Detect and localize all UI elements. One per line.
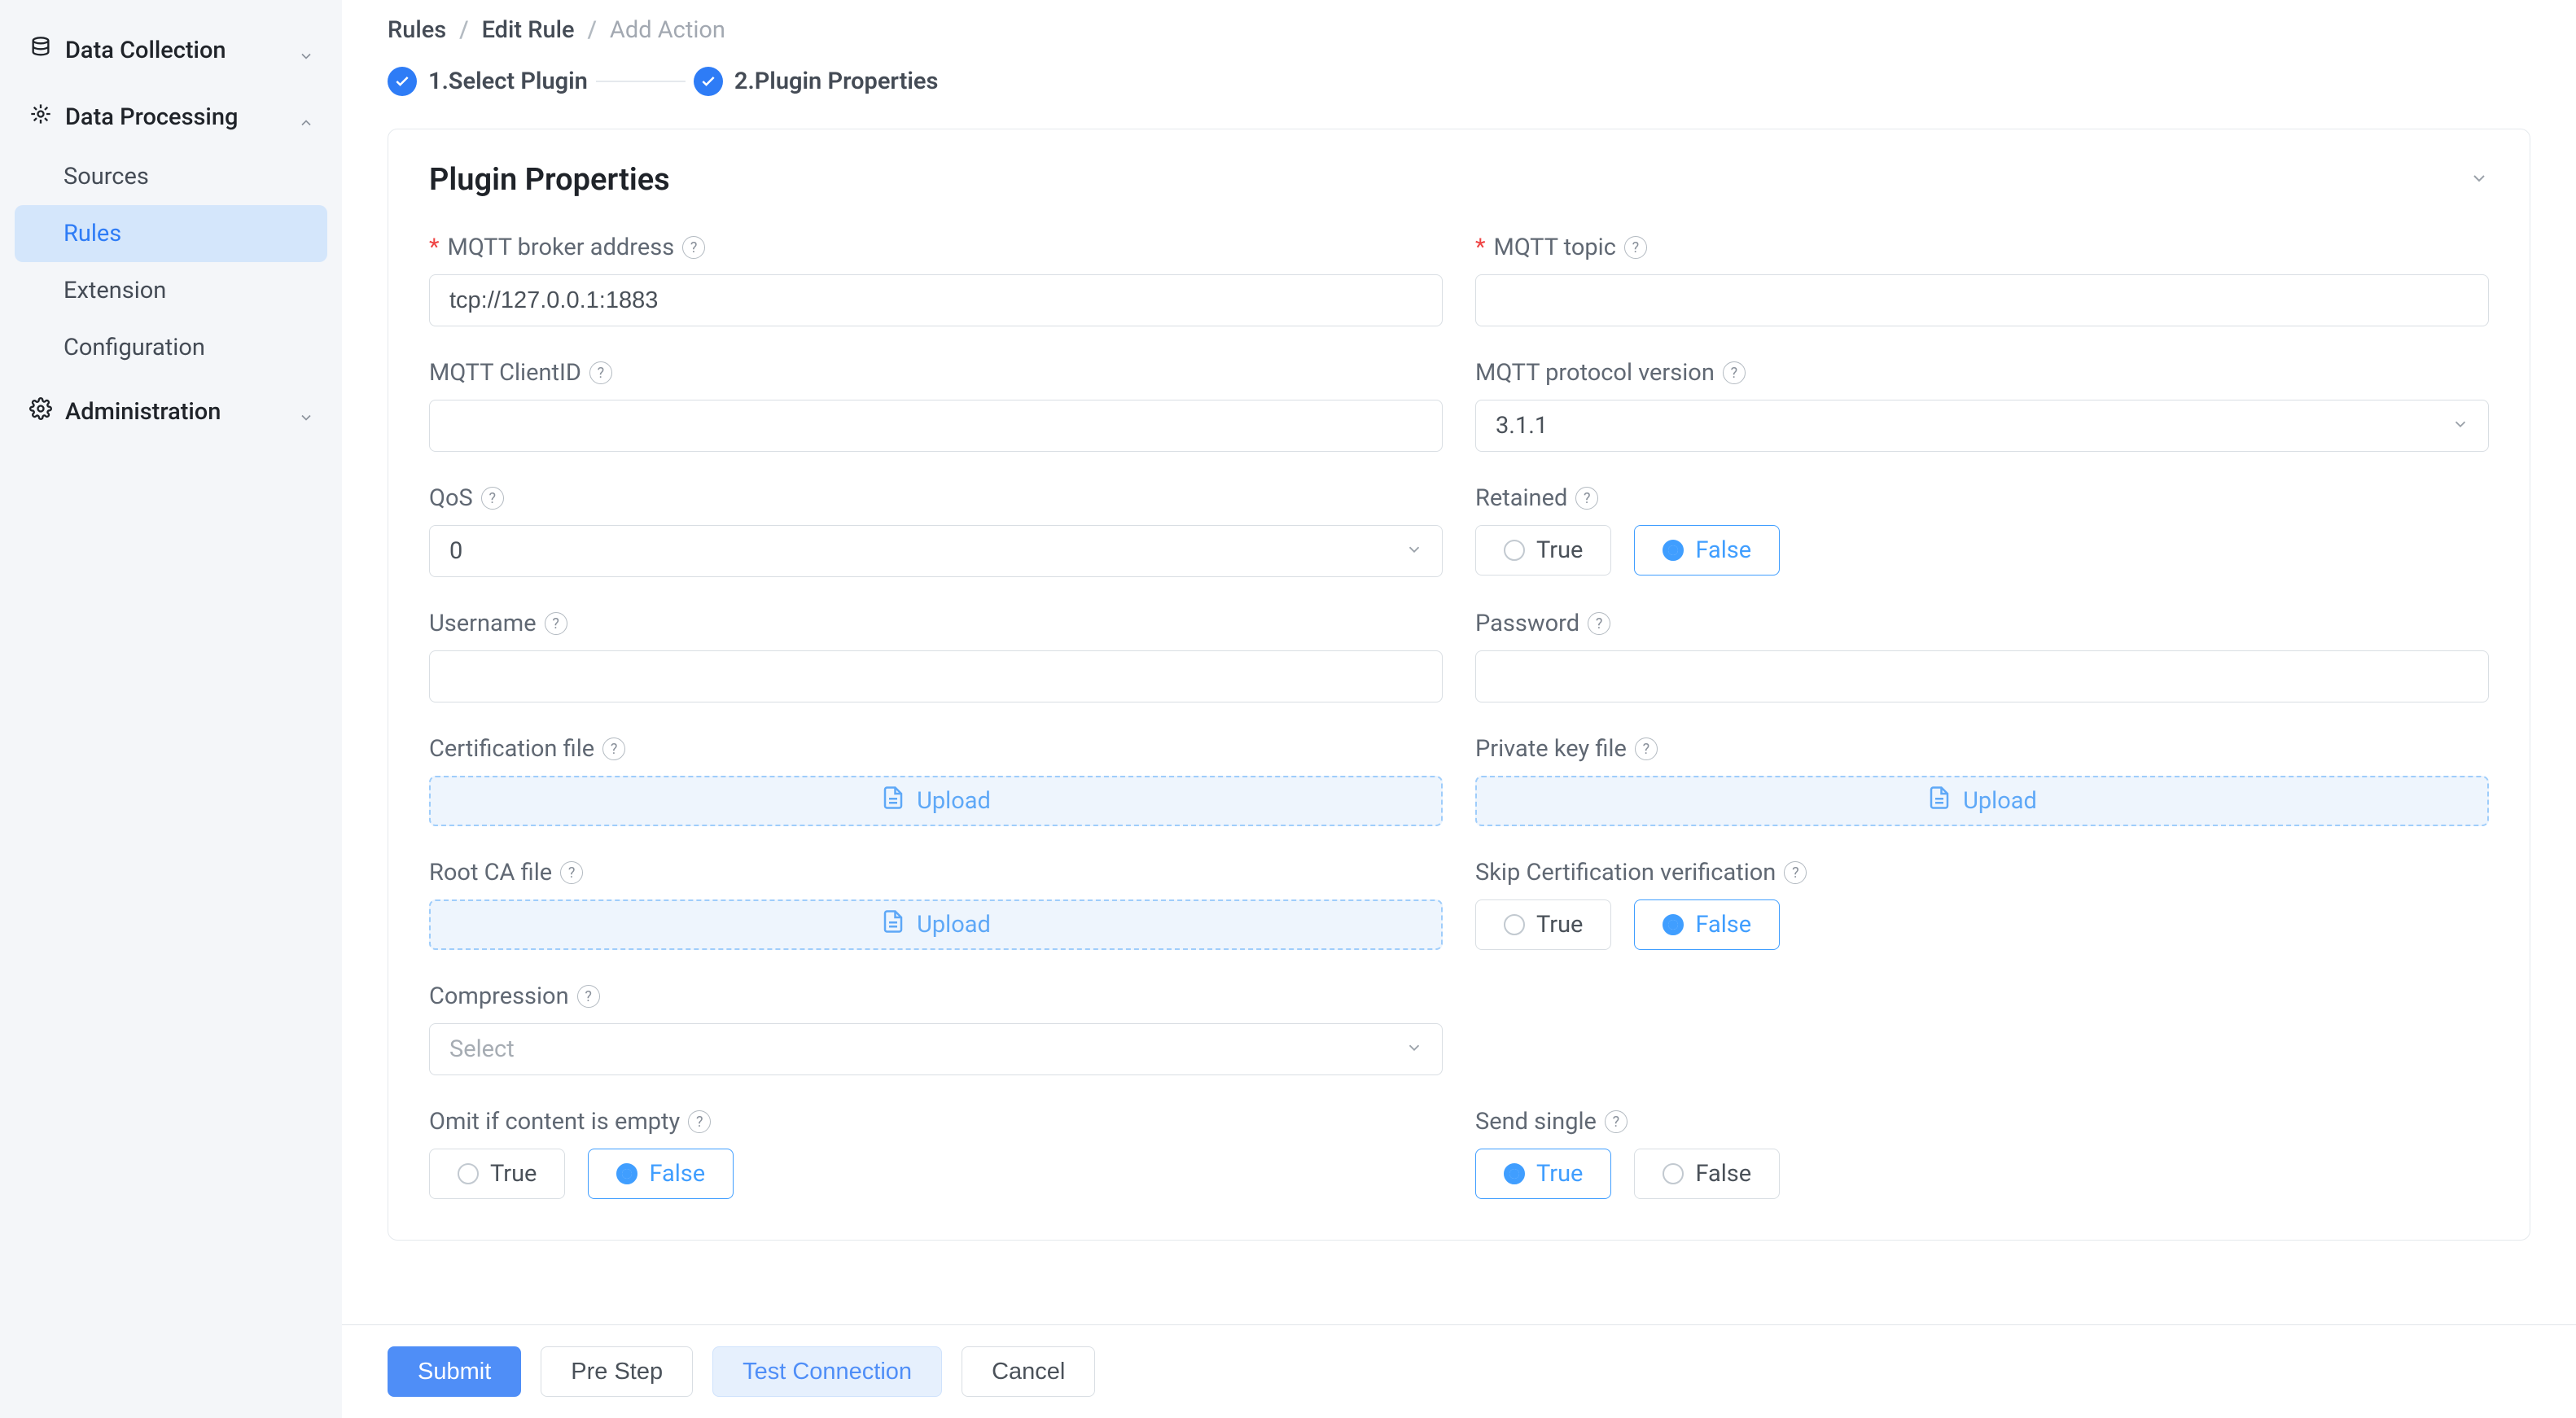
sidebar-item-rules[interactable]: Rules: [15, 205, 327, 262]
submit-button[interactable]: Submit: [388, 1346, 521, 1397]
send-single-true-radio[interactable]: True: [1475, 1149, 1611, 1199]
step-select-plugin[interactable]: 1.Select Plugin: [388, 67, 588, 96]
compression-label: Compression?: [429, 983, 1443, 1010]
main-content: Rules / Edit Rule / Add Action 1.Select …: [342, 0, 2576, 1418]
send-single-false-radio[interactable]: False: [1634, 1149, 1780, 1199]
password-input[interactable]: [1475, 650, 2489, 702]
key-file-upload[interactable]: Upload: [1475, 776, 2489, 826]
database-icon: [29, 36, 52, 65]
retained-true-radio[interactable]: True: [1475, 525, 1611, 576]
broker-address-label: *MQTT broker address?: [429, 234, 1443, 261]
help-icon[interactable]: ?: [589, 361, 612, 384]
help-icon[interactable]: ?: [1624, 236, 1647, 259]
cert-file-label: Certification file?: [429, 735, 1443, 763]
sidebar-item-data-collection[interactable]: Data Collection: [15, 20, 327, 81]
cancel-button[interactable]: Cancel: [962, 1346, 1095, 1397]
help-icon[interactable]: ?: [1723, 361, 1746, 384]
protocol-label: MQTT protocol version?: [1475, 359, 2489, 387]
compression-select[interactable]: Select: [429, 1023, 1443, 1075]
pre-step-button[interactable]: Pre Step: [541, 1346, 693, 1397]
file-icon: [1927, 786, 1952, 816]
sidebar-item-label: Data Collection: [65, 37, 226, 64]
step-divider: [596, 81, 686, 82]
help-icon[interactable]: ?: [1588, 612, 1610, 635]
help-icon[interactable]: ?: [1635, 737, 1658, 760]
sidebar-item-extension[interactable]: Extension: [15, 262, 327, 319]
protocol-select[interactable]: 3.1.1: [1475, 400, 2489, 452]
footer-actions: Submit Pre Step Test Connection Cancel: [342, 1324, 2576, 1418]
retained-label: Retained?: [1475, 484, 2489, 512]
test-connection-button[interactable]: Test Connection: [712, 1346, 942, 1397]
skip-verify-label: Skip Certification verification?: [1475, 859, 2489, 886]
chevron-up-icon: [298, 110, 313, 125]
qos-select[interactable]: 0: [429, 525, 1443, 577]
check-icon: [388, 67, 417, 96]
chevron-down-icon: [298, 405, 313, 419]
skip-verify-true-radio[interactable]: True: [1475, 899, 1611, 950]
broker-address-input[interactable]: [429, 274, 1443, 326]
root-ca-upload[interactable]: Upload: [429, 899, 1443, 950]
file-icon: [881, 786, 905, 816]
qos-label: QoS?: [429, 484, 1443, 512]
help-icon[interactable]: ?: [682, 236, 705, 259]
cert-file-upload[interactable]: Upload: [429, 776, 1443, 826]
sidebar-item-sources[interactable]: Sources: [15, 148, 327, 205]
sidebar-item-data-processing[interactable]: Data Processing: [15, 86, 327, 148]
help-icon[interactable]: ?: [577, 985, 600, 1008]
help-icon[interactable]: ?: [688, 1110, 711, 1133]
step-plugin-properties[interactable]: 2.Plugin Properties: [694, 67, 938, 96]
processing-icon: [29, 103, 52, 132]
sidebar-item-administration[interactable]: Administration: [15, 381, 327, 443]
card-title: Plugin Properties: [429, 162, 670, 198]
username-label: Username?: [429, 610, 1443, 637]
gear-icon: [29, 397, 52, 427]
breadcrumb: Rules / Edit Rule / Add Action: [388, 16, 2530, 44]
help-icon[interactable]: ?: [1605, 1110, 1628, 1133]
omit-empty-false-radio[interactable]: False: [588, 1149, 734, 1199]
username-input[interactable]: [429, 650, 1443, 702]
omit-empty-true-radio[interactable]: True: [429, 1149, 565, 1199]
breadcrumb-item[interactable]: Edit Rule: [482, 16, 575, 44]
help-icon[interactable]: ?: [560, 861, 583, 884]
topic-label: *MQTT topic?: [1475, 234, 2489, 261]
client-id-label: MQTT ClientID?: [429, 359, 1443, 387]
client-id-input[interactable]: [429, 400, 1443, 452]
check-icon: [694, 67, 723, 96]
help-icon[interactable]: ?: [602, 737, 625, 760]
retained-false-radio[interactable]: False: [1634, 525, 1780, 576]
key-file-label: Private key file?: [1475, 735, 2489, 763]
file-icon: [881, 909, 905, 940]
plugin-properties-card: Plugin Properties *MQTT broker address? …: [388, 129, 2530, 1241]
omit-empty-label: Omit if content is empty?: [429, 1108, 1443, 1136]
breadcrumb-item[interactable]: Rules: [388, 16, 446, 44]
help-icon[interactable]: ?: [1575, 487, 1598, 510]
topic-input[interactable]: [1475, 274, 2489, 326]
password-label: Password?: [1475, 610, 2489, 637]
sidebar-item-label: Data Processing: [65, 103, 238, 131]
sidebar-item-label: Administration: [65, 398, 221, 426]
root-ca-label: Root CA file?: [429, 859, 1443, 886]
help-icon[interactable]: ?: [545, 612, 567, 635]
breadcrumb-item-current: Add Action: [610, 16, 725, 44]
chevron-down-icon: [298, 43, 313, 58]
help-icon[interactable]: ?: [481, 487, 504, 510]
help-icon[interactable]: ?: [1784, 861, 1807, 884]
wizard-steps: 1.Select Plugin 2.Plugin Properties: [388, 67, 2530, 96]
sidebar: Data Collection Data Processing Sources …: [0, 0, 342, 1418]
sidebar-item-configuration[interactable]: Configuration: [15, 319, 327, 376]
skip-verify-false-radio[interactable]: False: [1634, 899, 1780, 950]
chevron-down-icon[interactable]: [2469, 168, 2489, 191]
send-single-label: Send single?: [1475, 1108, 2489, 1136]
